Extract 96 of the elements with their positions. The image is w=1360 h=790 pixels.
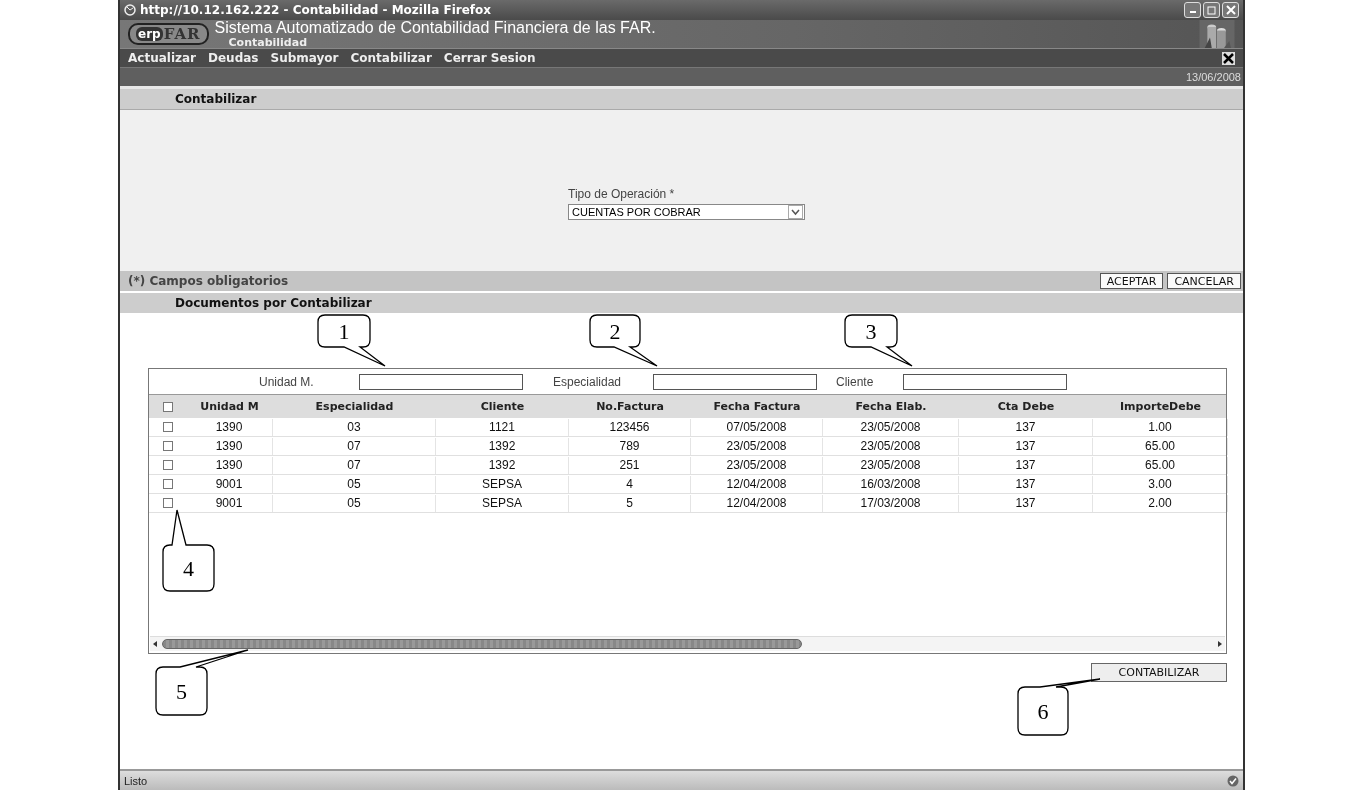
- filter-input[interactable]: [653, 373, 817, 390]
- table-cell: 4: [569, 475, 691, 493]
- table-cell: 07: [273, 456, 436, 474]
- filter-label: Cliente: [836, 374, 875, 389]
- table-cell: 3.00: [1093, 475, 1228, 493]
- callout-number: 2: [609, 319, 621, 344]
- logo-name: FAR: [163, 25, 201, 43]
- column-header: Unidad M: [199, 400, 260, 413]
- form-button[interactable]: CANCELAR: [1167, 273, 1241, 289]
- maximize-icon: [1207, 5, 1216, 15]
- table-cell: 9001: [186, 475, 273, 493]
- section-title: Contabilizar: [175, 92, 257, 106]
- minimize-button[interactable]: [1184, 2, 1201, 18]
- table-cell: 12/04/2008: [691, 494, 823, 512]
- check-icon: [1227, 774, 1239, 787]
- row-checkbox[interactable]: [162, 422, 173, 432]
- table-cell: 251: [569, 456, 691, 474]
- table-cell: 65.00: [1093, 456, 1228, 474]
- table-cell: 23/05/2008: [823, 418, 959, 436]
- menu-item[interactable]: Submayor: [270, 51, 339, 65]
- system-title: Sistema Automatizado de Contabilidad Financiera de las FAR.: [214, 20, 657, 36]
- status-text: Listo: [124, 774, 149, 787]
- table-cell: 16/03/2008: [823, 475, 959, 493]
- table-cell: 1392: [436, 437, 569, 455]
- browser-icon: [124, 4, 136, 16]
- date-text: 13/06/2008: [1185, 71, 1241, 83]
- table-cell: 137: [959, 456, 1093, 474]
- table-cell: 23/05/2008: [691, 437, 823, 455]
- column-header: Fecha Factura: [712, 400, 802, 413]
- table-cell: SEPSA: [436, 475, 569, 493]
- close-icon[interactable]: [1222, 51, 1235, 65]
- table-cell: 05: [273, 475, 436, 493]
- table-cell: 65.00: [1093, 437, 1228, 455]
- callout-number: 4: [183, 556, 194, 581]
- table-cell: 03: [273, 418, 436, 436]
- menu-item[interactable]: Cerrar Sesion: [443, 51, 536, 65]
- module-subtitle: Contabilidad: [228, 35, 309, 48]
- filter-label: Especialidad: [553, 374, 623, 389]
- row-checkbox[interactable]: [162, 441, 173, 451]
- column-header: ImporteDebe: [1118, 400, 1203, 413]
- column-header: Cta Debe: [996, 400, 1056, 413]
- column-header: No.Factura: [595, 400, 665, 413]
- table-cell: 1390: [186, 456, 273, 474]
- table-cell: 789: [569, 437, 691, 455]
- close-button[interactable]: [1222, 2, 1239, 18]
- table-cell: 1.00: [1093, 418, 1228, 436]
- table-cell: 137: [959, 494, 1093, 512]
- table-cell: 1390: [186, 437, 273, 455]
- table-cell: 12/04/2008: [691, 475, 823, 493]
- table-cell: 1392: [436, 456, 569, 474]
- callout-number: 3: [865, 319, 877, 344]
- contabilizar-button[interactable]: CONTABILIZAR: [1091, 663, 1227, 682]
- operation-type-dropdown[interactable]: CUENTAS POR COBRAR: [568, 204, 805, 220]
- logo-prefix: erp: [136, 27, 163, 41]
- table-cell: SEPSA: [436, 494, 569, 512]
- table-cell: 2.00: [1093, 494, 1228, 512]
- close-icon: [1225, 5, 1236, 15]
- table-cell: 137: [959, 475, 1093, 493]
- row-checkbox[interactable]: [162, 479, 173, 489]
- column-header: Cliente: [479, 400, 526, 413]
- table-cell: 07/05/2008: [691, 418, 823, 436]
- table-cell: 07: [273, 437, 436, 455]
- menu-item[interactable]: Actualizar: [128, 51, 196, 65]
- table-cell: 17/03/2008: [823, 494, 959, 512]
- table-cell: 23/05/2008: [823, 437, 959, 455]
- row-checkbox[interactable]: [162, 460, 173, 470]
- row-checkbox[interactable]: [162, 498, 173, 508]
- table-cell: 1390: [186, 418, 273, 436]
- menu-item[interactable]: Contabilizar: [350, 51, 432, 65]
- table-cell: 05: [273, 494, 436, 512]
- field-label: Tipo de Operación *: [568, 187, 676, 201]
- callout-number: 1: [338, 319, 350, 344]
- select-all-checkbox[interactable]: [162, 401, 173, 412]
- table-cell: 5: [569, 494, 691, 512]
- caret-icon: [788, 205, 803, 219]
- window-title: http://10.12.162.222 - Contabilidad - Mozilla Firefox: [140, 3, 492, 17]
- form-button[interactable]: ACEPTAR: [1099, 273, 1164, 289]
- table-cell: 1121: [436, 418, 569, 436]
- table-cell: 137: [959, 418, 1093, 436]
- section-title: Documentos por Contabilizar: [175, 296, 372, 310]
- column-header: Fecha Elab.: [854, 400, 928, 413]
- filter-label: Unidad M.: [259, 374, 315, 389]
- callout-number: 5: [176, 679, 187, 704]
- column-header: Especialidad: [314, 400, 395, 413]
- table-cell: 123456: [569, 418, 691, 436]
- table-cell: 23/05/2008: [823, 456, 959, 474]
- horizontal-scrollbar[interactable]: [150, 636, 1225, 651]
- table-cell: 23/05/2008: [691, 456, 823, 474]
- filter-input[interactable]: [903, 373, 1067, 390]
- required-fields-note: (*) Campos obligatorios: [128, 274, 290, 288]
- menu-item[interactable]: Deudas: [208, 51, 259, 65]
- filter-input[interactable]: [359, 373, 523, 390]
- table-cell: 9001: [186, 494, 273, 512]
- table-cell: 137: [959, 437, 1093, 455]
- callout-number: 6: [1037, 699, 1049, 724]
- maximize-button[interactable]: [1203, 2, 1220, 18]
